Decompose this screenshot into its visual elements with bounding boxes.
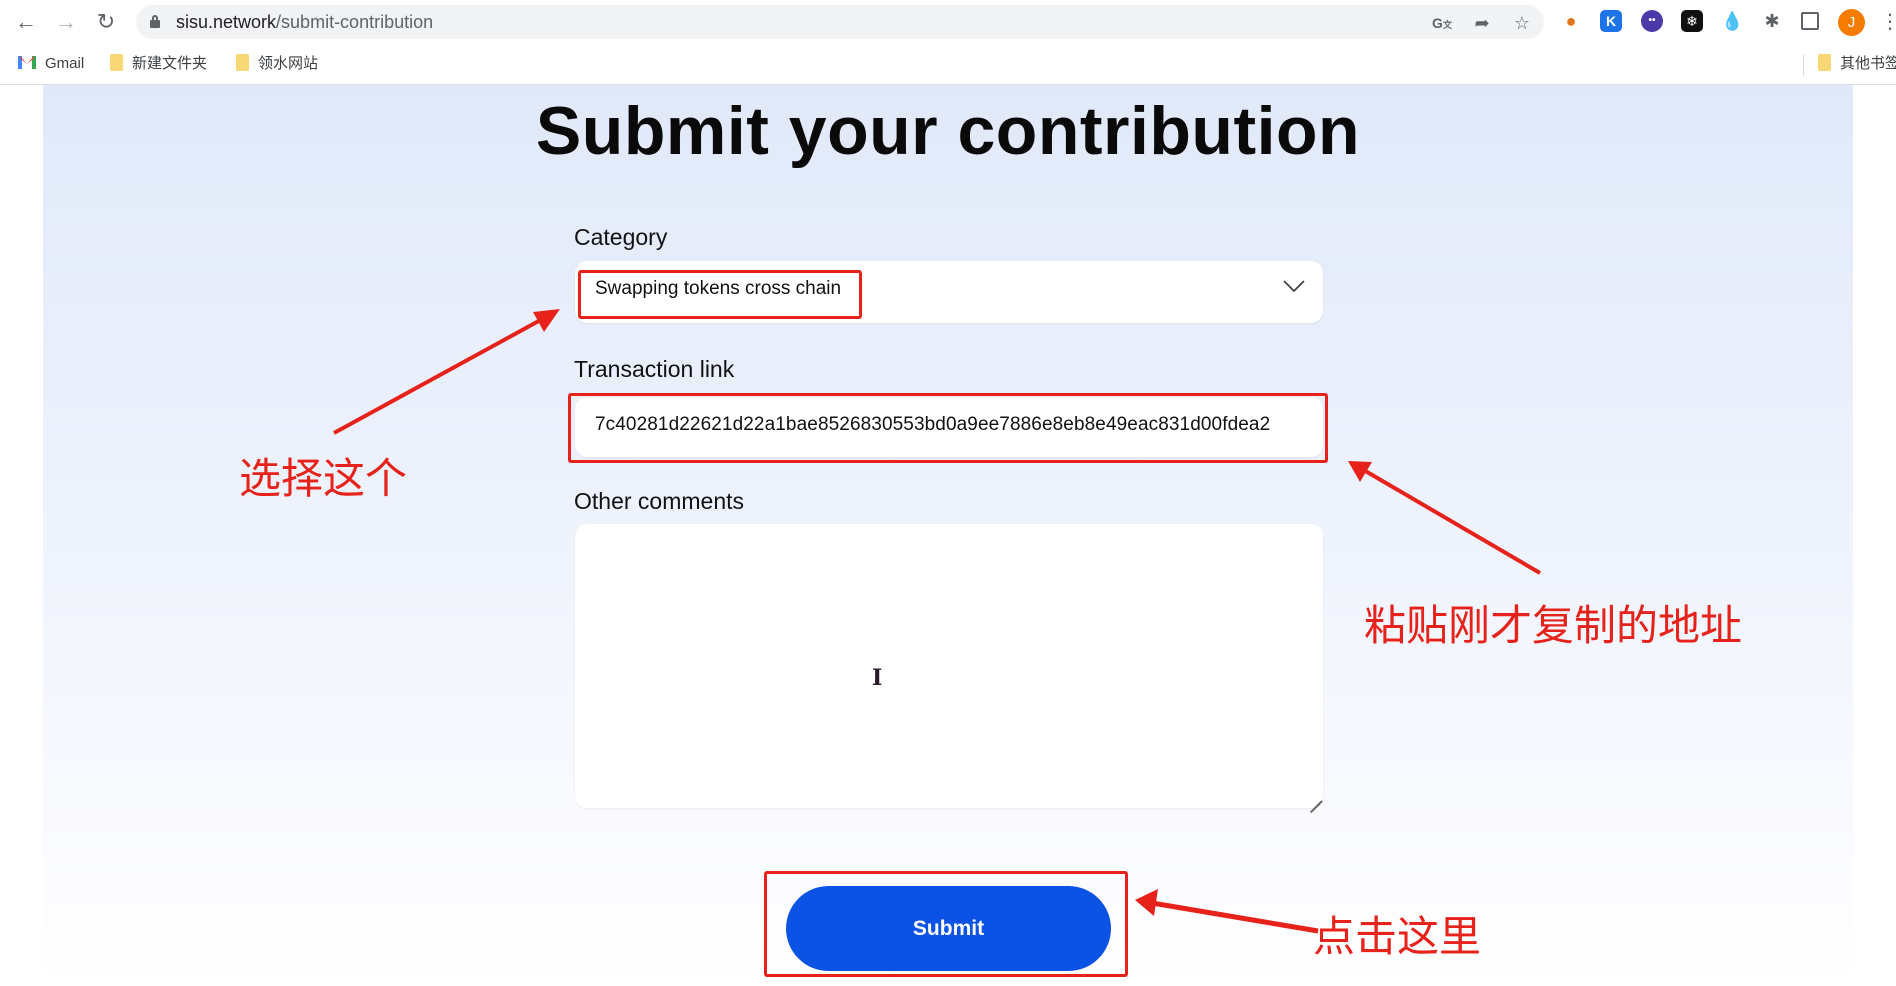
annotation-box-transaction — [568, 393, 1328, 463]
bookmark-gmail[interactable]: Gmail — [18, 54, 84, 74]
transaction-link-label: Transaction link — [574, 356, 735, 382]
k-wallet-icon[interactable]: K — [1600, 10, 1622, 32]
droplet-extension-icon[interactable]: 💧 — [1721, 10, 1743, 32]
annotation-select-this: 选择这个 — [239, 454, 408, 503]
other-comments-label: Other comments — [574, 488, 744, 514]
annotation-paste-address: 粘贴刚才复制的地址 — [1364, 601, 1743, 650]
bookmark-label: 其他书签 — [1840, 55, 1896, 72]
snowflake-extension-icon[interactable]: ❄ — [1681, 10, 1703, 32]
chevron-down-icon — [1283, 280, 1305, 293]
share-icon[interactable]: ➦ — [1472, 13, 1492, 33]
folder-icon — [236, 54, 249, 71]
bookmark-label: Gmail — [45, 55, 85, 72]
metamask-fox-icon[interactable]: ● — [1560, 10, 1582, 32]
side-panel-icon[interactable] — [1801, 12, 1819, 30]
star-icon[interactable]: ☆ — [1512, 13, 1532, 33]
forward-arrow-icon[interactable]: → — [54, 10, 78, 34]
bookmark-label: 新建文件夹 — [132, 55, 208, 72]
folder-icon — [110, 54, 123, 71]
puzzle-extensions-icon[interactable]: ✱ — [1761, 10, 1783, 32]
bookmark-folder-new[interactable]: 新建文件夹 — [110, 54, 207, 74]
address-bar[interactable]: sisu.network/submit-contribution G文 ➦ ☆ — [136, 5, 1544, 39]
page-title: Submit your contribution — [535, 93, 1361, 169]
gmail-icon — [18, 56, 36, 69]
url-host: sisu.network — [176, 12, 277, 32]
translate-icon[interactable]: G文 — [1432, 13, 1452, 33]
back-arrow-icon[interactable]: ← — [14, 10, 38, 34]
folder-icon — [1818, 54, 1831, 71]
ghost-wallet-icon[interactable]: •• — [1641, 10, 1663, 32]
annotation-box-submit — [764, 871, 1128, 977]
bookmark-separator — [1803, 54, 1804, 76]
bookmark-label: 领水网站 — [258, 55, 319, 72]
other-comments-textarea[interactable] — [575, 524, 1323, 808]
text-cursor-icon: I — [872, 665, 883, 691]
bookmark-other[interactable]: 其他书签 — [1818, 54, 1896, 74]
lock-icon — [150, 15, 160, 28]
menu-dots-icon[interactable]: ⋮ — [1880, 10, 1896, 34]
bookmark-folder-faucet[interactable]: 领水网站 — [236, 54, 318, 74]
url-text: sisu.network/submit-contribution — [176, 12, 433, 33]
resize-handle-icon[interactable] — [1309, 794, 1319, 804]
profile-avatar[interactable]: J — [1838, 9, 1865, 36]
annotation-click-here: 点击这里 — [1313, 912, 1482, 961]
bookmarks-bar: Gmail 新建文件夹 领水网站 其他书签 — [0, 44, 1896, 85]
category-label: Category — [574, 224, 668, 250]
annotation-box-category — [578, 270, 862, 319]
url-path: /submit-contribution — [276, 12, 434, 32]
reload-icon[interactable]: ↻ — [94, 10, 118, 34]
browser-toolbar: ← → ↻ sisu.network/submit-contribution G… — [0, 0, 1896, 44]
